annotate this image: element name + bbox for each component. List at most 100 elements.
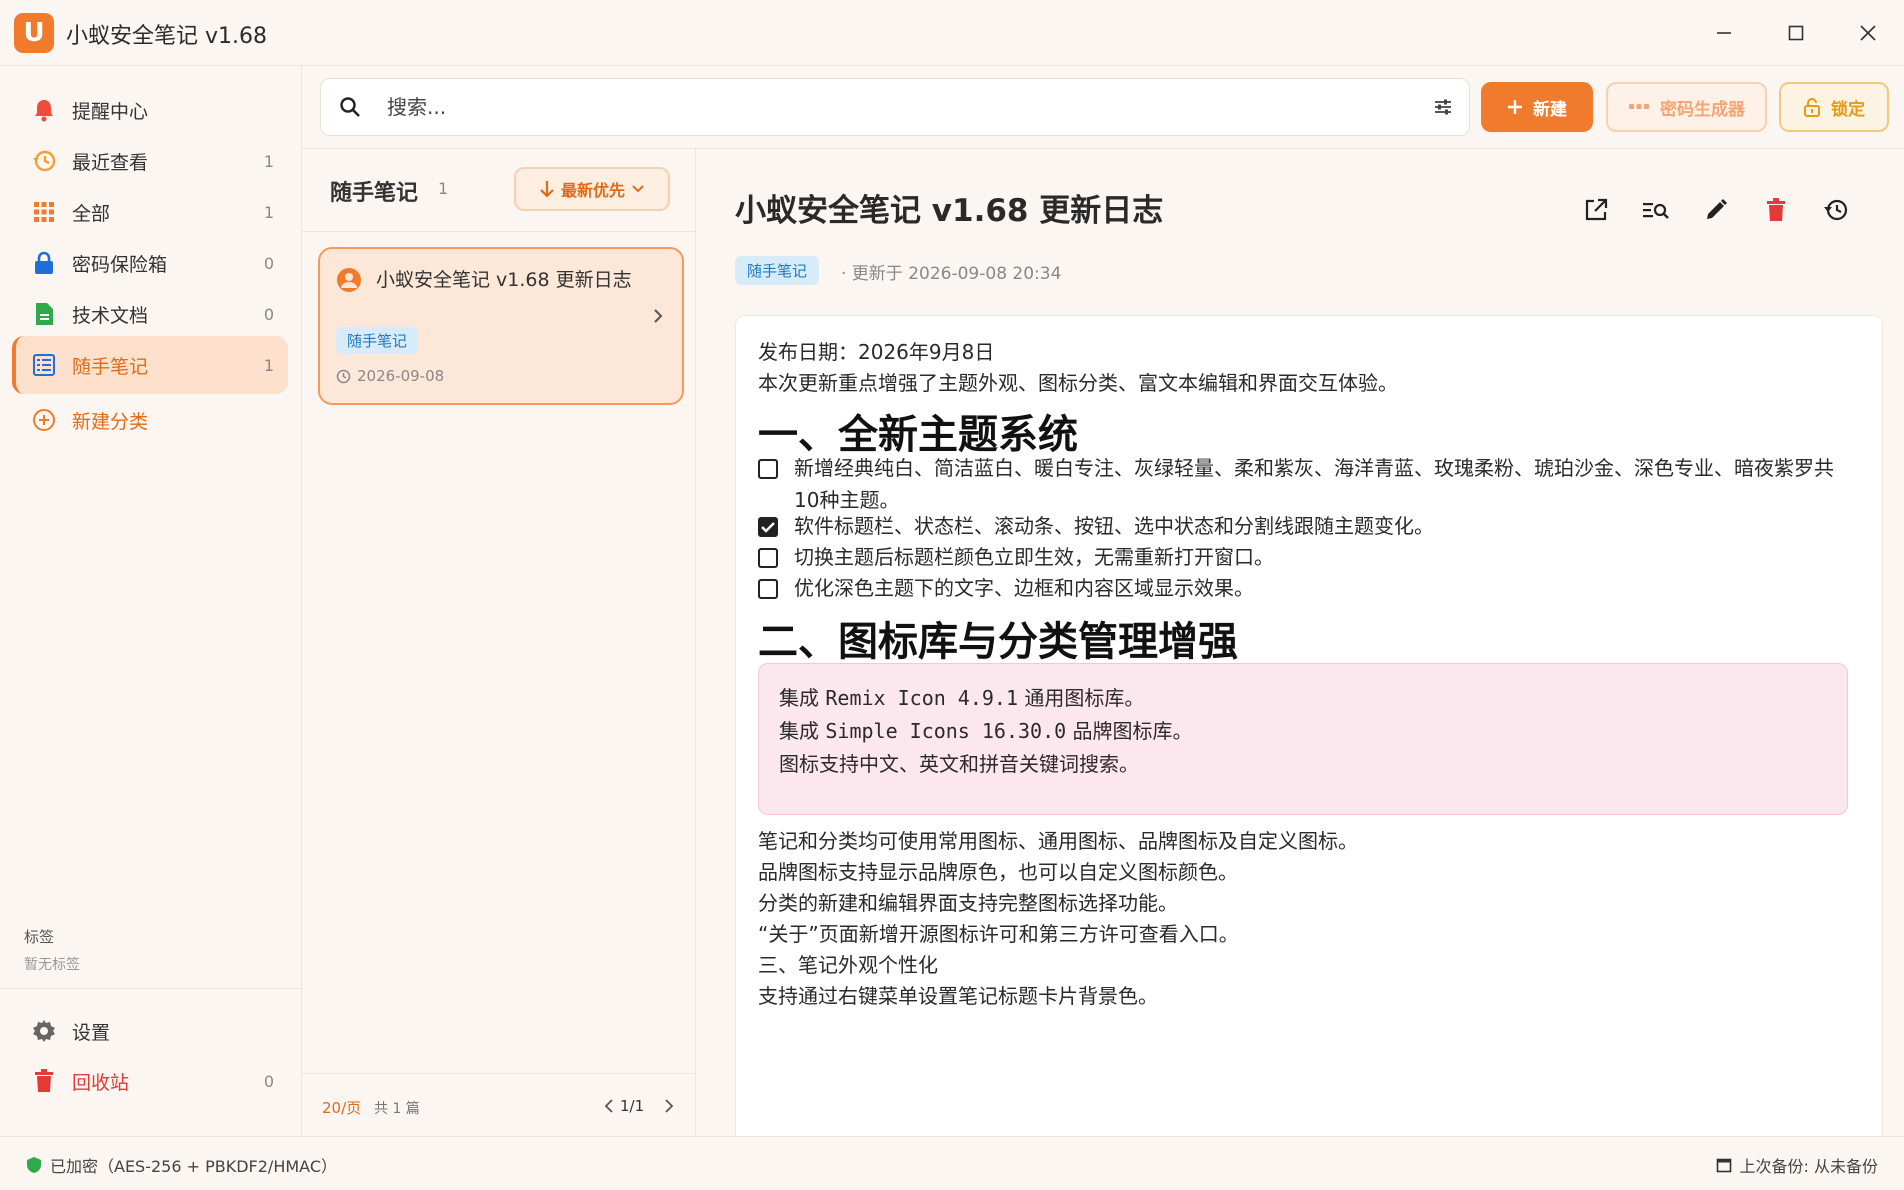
- filter-icon[interactable]: [1433, 97, 1453, 121]
- next-page-button[interactable]: [664, 1098, 674, 1118]
- sort-button[interactable]: 最新优先: [514, 167, 670, 211]
- content-paragraph: 支持通过右键菜单设置笔记标题卡片背景色。: [758, 984, 1158, 1008]
- checklist-item[interactable]: 软件标题栏、状态栏、滚动条、按钮、选中状态和分割线跟随主题变化。: [758, 510, 1838, 542]
- note-toolbar: [1581, 195, 1851, 225]
- close-button[interactable]: [1838, 12, 1898, 54]
- lock-button-label: 锁定: [1831, 99, 1865, 120]
- search-bar: [320, 78, 1470, 136]
- pencil-icon: [1707, 199, 1727, 219]
- password-generator-button[interactable]: 密码生成器: [1606, 82, 1767, 132]
- sidebar-item-tech-docs[interactable]: 技术文档 0: [12, 285, 288, 343]
- note-updated-time: · 更新于 2026-09-08 20:34: [841, 264, 1062, 284]
- tags-empty: 暂无标签: [24, 957, 80, 973]
- tags-title: 标签: [24, 928, 55, 946]
- note-card-date: 2026-09-08: [357, 367, 445, 385]
- maximize-button[interactable]: [1766, 12, 1826, 54]
- page-indicator: 1/1: [620, 1097, 645, 1115]
- quote-line: 集成 Simple Icons 16.30.0 品牌图标库。: [779, 719, 1193, 743]
- chevron-right-icon: [652, 307, 664, 329]
- per-page-select[interactable]: 20/页: [322, 1097, 361, 1118]
- find-in-text-icon: [1643, 203, 1669, 219]
- chevron-right-icon: [665, 1099, 674, 1113]
- backup-text: 上次备份: 从未备份: [1739, 1157, 1878, 1176]
- checklist-text: 优化深色主题下的文字、边框和内容区域显示效果。: [794, 576, 1254, 600]
- delete-icon: [1767, 198, 1785, 221]
- new-button[interactable]: 新建: [1481, 82, 1593, 132]
- note-content[interactable]: 发布日期：2026年9月8日 本次更新重点增强了主题外观、图标分类、富文本编辑和…: [735, 315, 1883, 1137]
- chevron-down-icon: [632, 185, 644, 193]
- content-paragraph: 分类的新建和编辑界面支持完整图标选择功能。: [758, 891, 1178, 915]
- sidebar-item-label: 设置: [72, 1021, 111, 1044]
- restore-icon: [1824, 199, 1848, 221]
- lock-button[interactable]: 锁定: [1779, 82, 1889, 132]
- dots-icon: [1629, 104, 1649, 109]
- note-title: 小蚁安全笔记 v1.68 更新日志: [735, 193, 1164, 229]
- status-bar: 已加密（AES-256 + PBKDF2/HMAC） 上次备份: 从未备份: [0, 1136, 1904, 1190]
- note-card-tag: 随手笔记: [336, 327, 419, 354]
- total-count: 共 1 篇: [374, 1101, 420, 1117]
- checkbox[interactable]: [758, 459, 778, 479]
- sidebar-item-reminders[interactable]: 提醒中心: [12, 81, 288, 139]
- open-external-button[interactable]: [1581, 195, 1611, 225]
- sidebar-item-label: 技术文档: [72, 304, 149, 327]
- note-card-title: 小蚁安全笔记 v1.68 更新日志: [376, 269, 632, 291]
- checklist-text: 新增经典纯白、简洁蓝白、暖白专注、灰绿轻量、柔和紫灰、海洋青蓝、玫瑰柔粉、琥珀沙…: [794, 456, 1834, 512]
- edit-note-button[interactable]: [1701, 195, 1731, 225]
- gear-icon: [30, 1017, 58, 1045]
- sidebar-item-trash[interactable]: 回收站 0: [12, 1052, 288, 1110]
- sidebar-item-label: 全部: [72, 202, 111, 225]
- unlock-icon: [1804, 98, 1820, 117]
- checkbox[interactable]: [758, 548, 778, 568]
- checkbox[interactable]: [758, 579, 778, 599]
- sidebar-item-label: 回收站: [72, 1071, 130, 1094]
- search-input[interactable]: [387, 91, 1387, 123]
- sidebar-item-count: 1: [263, 151, 274, 171]
- plus-icon: [1508, 100, 1522, 114]
- sidebar-item-all[interactable]: 全部 1: [12, 183, 288, 241]
- heading-icon-library: 二、图标库与分类管理增强: [758, 619, 1238, 665]
- list-count: 1: [438, 179, 449, 198]
- minimize-icon: [1717, 32, 1731, 34]
- prev-page-button[interactable]: [604, 1098, 614, 1118]
- document-icon: [30, 300, 58, 328]
- sidebar: 提醒中心 最近查看 1 全部 1 密码保险箱 0 技术文档 0 随手笔记 1 新…: [0, 66, 302, 1136]
- title-bar: U 小蚁安全笔记 v1.68: [0, 0, 1904, 66]
- trash-icon: [30, 1067, 58, 1095]
- content-paragraph: 品牌图标支持显示品牌原色，也可以自定义图标颜色。: [758, 860, 1238, 884]
- sidebar-item-password-vault[interactable]: 密码保险箱 0: [12, 234, 288, 292]
- password-generator-label: 密码生成器: [1660, 99, 1745, 120]
- checklist-item[interactable]: 优化深色主题下的文字、边框和内容区域显示效果。: [758, 572, 1838, 604]
- app-title: 小蚁安全笔记 v1.68: [66, 24, 267, 49]
- delete-note-button[interactable]: [1761, 195, 1791, 225]
- sidebar-item-label: 随手笔记: [72, 355, 149, 378]
- external-link-icon: [1585, 198, 1608, 221]
- checklist-item[interactable]: 切换主题后标题栏颜色立即生效，无需重新打开窗口。: [758, 541, 1838, 573]
- chevron-left-icon: [604, 1099, 613, 1113]
- minimize-button[interactable]: [1694, 12, 1754, 54]
- sidebar-item-recent[interactable]: 最近查看 1: [12, 132, 288, 190]
- shield-icon: [27, 1157, 41, 1173]
- calendar-icon: [1716, 1158, 1731, 1173]
- search-icon: [339, 96, 361, 122]
- content-paragraph: 三、笔记外观个性化: [758, 953, 938, 977]
- history-button[interactable]: [1821, 195, 1851, 225]
- checkbox-checked[interactable]: [758, 517, 778, 537]
- encryption-text: 已加密（AES-256 + PBKDF2/HMAC）: [50, 1157, 337, 1176]
- sort-label: 最新优先: [560, 181, 625, 200]
- add-circle-icon: [30, 406, 58, 434]
- sidebar-item-count: 1: [263, 355, 274, 375]
- note-card-date-row: 2026-09-08: [336, 367, 444, 385]
- checklist-item[interactable]: 新增经典纯白、简洁蓝白、暖白专注、灰绿轻量、柔和紫灰、海洋青蓝、玫瑰柔粉、琥珀沙…: [758, 452, 1838, 516]
- note-category-tag[interactable]: 随手笔记: [735, 256, 820, 285]
- intro-paragraph: 本次更新重点增强了主题外观、图标分类、富文本编辑和界面交互体验。: [758, 371, 1398, 395]
- content-paragraph: “关于”页面新增开源图标许可和第三方许可查看入口。: [758, 922, 1239, 946]
- history-icon: [30, 147, 58, 175]
- find-in-note-button[interactable]: [1641, 195, 1671, 225]
- sidebar-item-quick-notes[interactable]: 随手笔记 1: [12, 336, 288, 394]
- sidebar-item-new-category[interactable]: 新建分类: [12, 391, 288, 449]
- list-divider: [302, 231, 696, 232]
- sidebar-item-count: 0: [263, 253, 274, 273]
- list-icon: [30, 351, 58, 379]
- sidebar-item-count: 0: [263, 304, 274, 324]
- note-card[interactable]: 小蚁安全笔记 v1.68 更新日志 随手笔记 2026-09-08: [318, 247, 684, 405]
